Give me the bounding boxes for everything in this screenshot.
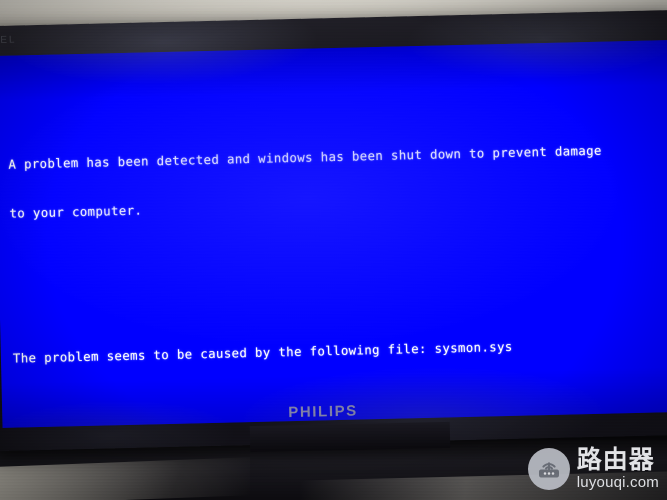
bsod-line: A problem has been detected and windows … bbox=[8, 142, 602, 172]
bsod-paragraph-faulting-file: The problem seems to be caused by the fo… bbox=[12, 302, 667, 399]
photograph-of-tv-showing-bsod: A problem has been detected and windows … bbox=[0, 0, 667, 500]
television-chassis: A problem has been detected and windows … bbox=[0, 9, 667, 452]
watermark-text: 路由器 luyouqi.com bbox=[577, 447, 659, 490]
tv-brand-logo: PHILIPS bbox=[288, 402, 359, 422]
bezel-top-label: ZIEL bbox=[0, 34, 17, 47]
bsod-line: to your computer. bbox=[9, 202, 143, 221]
watermark-site: luyouqi.com bbox=[576, 474, 659, 491]
tv-stand bbox=[249, 421, 451, 453]
bsod-screen: A problem has been detected and windows … bbox=[0, 39, 667, 428]
router-icon bbox=[527, 447, 570, 490]
site-watermark: 路由器 luyouqi.com bbox=[527, 447, 659, 490]
bsod-paragraph: A problem has been detected and windows … bbox=[7, 108, 667, 254]
bsod-message-body: A problem has been detected and windows … bbox=[6, 59, 667, 428]
bsod-line: The problem seems to be caused by the fo… bbox=[12, 339, 513, 367]
watermark-title: 路由器 bbox=[576, 445, 655, 474]
